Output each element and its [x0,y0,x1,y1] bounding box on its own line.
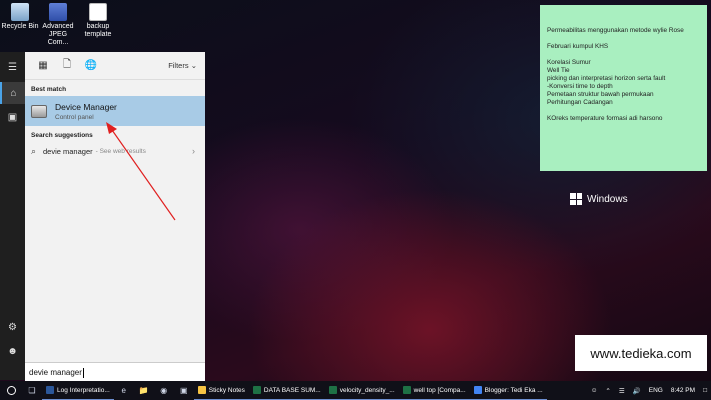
suggestion-hint: - See web results [95,147,146,155]
taskbar-item[interactable]: Blogger: Tedi Eka ... [469,381,547,400]
taskbar-item-label: well top [Compa... [413,386,466,394]
chevron-down-icon: ⌄ [190,61,197,70]
start-menu-rail: ☰ ⌂ ▣ ⚙ ☻ [0,52,25,380]
volume-icon[interactable]: 🔊 [633,387,641,395]
recycle-bin-icon [11,3,29,21]
sticky-line [547,35,700,43]
sticky-line: Well Tie [547,67,570,74]
sticky-line: Korelasi Sumur [547,59,591,66]
sticky-note[interactable]: Permeabilitas menggunakan metode wylie R… [540,5,707,171]
windows-wallpaper-logo: Windows [570,193,628,205]
hamburger-menu-icon[interactable]: ☰ [0,56,25,78]
suggestion-query: devie manager [43,146,93,156]
sticky-line: Februari kumpul KHS [547,43,609,50]
taskbar-item[interactable]: DATA BASE SUM... [248,381,325,400]
taskbar-item[interactable]: Log Interpretatio... [42,381,114,400]
text-caret [82,367,84,378]
desktop-icon-label: backup template [84,23,112,38]
desktop-icon-jpeg-compressor[interactable]: Advanced JPEG Com... [38,3,78,47]
sticky-line: -Konversi time to depth [547,83,613,90]
jpeg-app-icon [49,3,67,21]
search-filter-bar: ▦ 🗋 🌐 Filters ⌄ [25,52,205,80]
best-match-title: Device Manager [55,101,117,112]
start-button[interactable] [0,381,22,400]
windows-label: Windows [587,193,628,205]
sticky-line: picking dan interpretasi horizon serta f… [547,75,666,82]
taskbar-search-input[interactable]: devie manager [25,362,205,382]
windows-logo-icon [570,193,582,205]
chrome-icon [473,386,482,394]
best-match-result[interactable]: Device Manager Control panel [25,96,205,126]
language-indicator[interactable]: ENG [649,387,663,394]
best-match-header: Best match [31,86,67,93]
excel-icon [328,386,337,394]
filters-label: Filters [168,61,189,70]
web-tab-icon[interactable]: 🌐 [79,56,103,76]
desktop-icon-recycle-bin[interactable]: Recycle Bin [0,3,40,31]
desktop-icon-label: Recycle Bin [1,23,39,30]
search-icon: ⌕ [31,145,37,156]
search-suggestion-item[interactable]: ⌕ devie manager - See web results › [25,142,205,160]
file-explorer-icon[interactable]: 📁 [134,381,154,400]
system-tray: ☺ ⌃ ☰ 🔊 ENG 8:42 PM □ [587,387,711,395]
chevron-up-icon[interactable]: ⌃ [605,387,610,395]
taskbar-item[interactable]: Sticky Notes [193,381,249,400]
notebook-icon[interactable]: ▣ [0,106,25,128]
people-icon[interactable]: ☺ [591,387,598,394]
sticky-line: Pemetaan struktur bawah permukaan [547,91,654,98]
clock[interactable]: 8:42 PM [671,387,695,394]
taskbar-item-label: velocity_density_... [339,386,395,394]
document-icon [89,3,107,21]
feedback-icon[interactable]: ☻ [0,340,25,362]
chevron-right-icon: › [192,146,195,156]
documents-tab-icon[interactable]: 🗋 [55,56,79,76]
sticky-notes-icon [197,386,206,394]
taskbar-item-label: Blogger: Tedi Eka ... [484,386,543,394]
sticky-line: Permeabilitas menggunakan metode wylie R… [547,27,684,34]
taskbar-item[interactable]: velocity_density_... [324,381,399,400]
search-results-panel: ▦ 🗋 🌐 Filters ⌄ Best match Device Manage… [25,52,205,380]
word-icon [46,386,54,394]
watermark: www.tedieka.com [575,335,707,371]
device-manager-icon [31,104,47,118]
maps-icon[interactable]: ◉ [154,381,174,400]
sticky-line [547,107,700,115]
edge-icon[interactable]: e [114,381,134,400]
settings-gear-icon[interactable]: ⚙ [0,316,25,338]
filters-dropdown[interactable]: Filters ⌄ [168,61,197,70]
apps-tab-icon[interactable]: ▦ [31,56,55,76]
notifications-icon[interactable]: □ [703,387,707,394]
cortana-circle-icon [6,386,16,395]
taskbar-item-label: Log Interpretatio... [57,386,110,394]
best-match-subtitle: Control panel [55,113,94,121]
network-icon[interactable]: ☰ [619,387,625,395]
photos-icon[interactable]: ▣ [174,381,194,400]
search-input-value: devie manager [29,368,82,377]
search-suggestions-header: Search suggestions [31,132,93,139]
desktop-icon-label: Advanced JPEG Com... [42,23,74,46]
task-view-icon[interactable]: ❏ [22,381,42,400]
desktop-icon-backup-template[interactable]: backup template [78,3,118,39]
sticky-line: Perhitungan Cadangan [547,99,613,106]
home-icon[interactable]: ⌂ [0,82,25,104]
sticky-line [547,51,700,59]
excel-icon [252,386,261,394]
taskbar: ❏ Log Interpretatio... e 📁 ◉ ▣ Sticky No… [0,381,711,400]
taskbar-item-label: Sticky Notes [208,386,245,394]
taskbar-item-label: DATA BASE SUM... [263,386,321,394]
excel-icon [402,386,411,394]
sticky-line: KOreks temperature formasi adi harsono [547,115,663,122]
taskbar-item[interactable]: well top [Compa... [398,381,470,400]
